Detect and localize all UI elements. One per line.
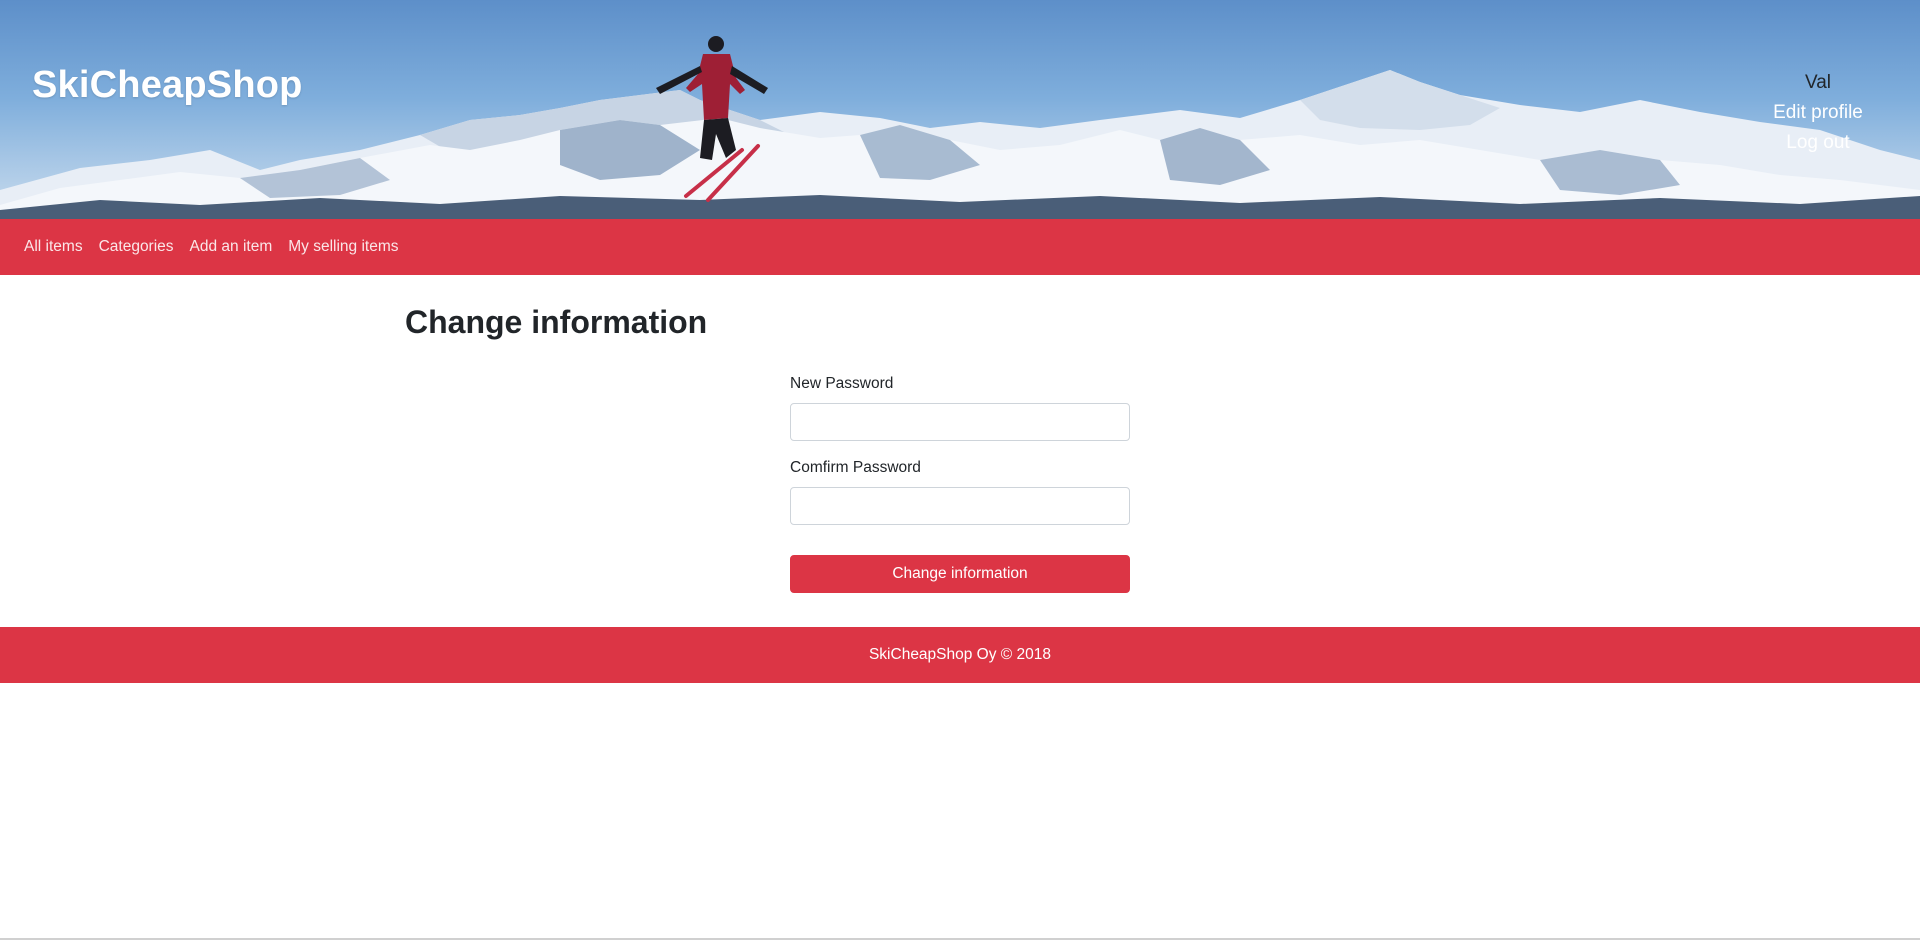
new-password-group: New Password [790,375,1130,441]
new-password-input[interactable] [790,403,1130,441]
user-menu: Val Edit profile Log out [1748,68,1888,158]
header-banner: SkiCheapShop Val Edit profile Log out [0,0,1920,219]
banner-image [0,36,1920,219]
footer-copyright: SkiCheapShop Oy © 2018 [868,646,1052,663]
change-information-button[interactable]: Change information [790,555,1130,593]
user-name: Val [1804,72,1832,93]
footer: SkiCheapShop Oy © 2018 [0,627,1920,683]
confirm-password-input[interactable] [790,487,1130,525]
change-information-form: New Password Comfirm Password Change inf… [790,375,1130,593]
confirm-password-label: Comfirm Password [790,459,921,476]
nav-categories[interactable]: Categories [99,238,174,256]
site-title-link[interactable]: SkiCheapShop [32,64,303,107]
log-out-link[interactable]: Log out [1748,128,1888,158]
nav-my-selling-items[interactable]: My selling items [288,238,398,256]
nav-add-an-item[interactable]: Add an item [190,238,273,256]
new-password-label: New Password [790,375,894,392]
edit-profile-link[interactable]: Edit profile [1748,98,1888,128]
page-title: Change information [405,304,708,340]
blank-page-area [0,683,1920,940]
main-navbar: All items Categories Add an item My sell… [0,219,1920,275]
confirm-password-group: Comfirm Password [790,459,1130,525]
main-content: Change information New Password Comfirm … [0,275,1920,627]
nav-all-items[interactable]: All items [24,238,83,256]
